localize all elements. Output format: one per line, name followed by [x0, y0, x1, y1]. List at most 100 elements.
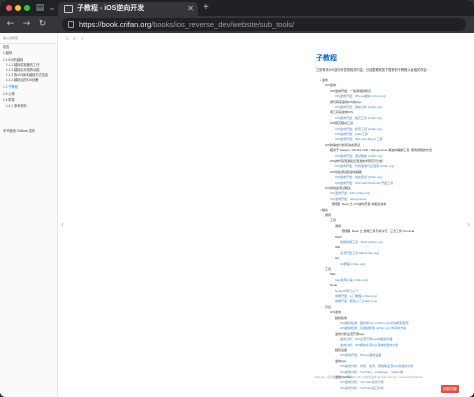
- toc-link[interactable]: iOS逆向分析：YouTube接口分析: [340, 386, 384, 390]
- maximize-window-button[interactable]: [24, 5, 30, 11]
- toc-item: iOS逆向: [330, 310, 341, 314]
- toc-text[interactable]: 前端开发 : 框架入门 (crifan.org): [335, 299, 377, 303]
- toc-text[interactable]: 逆向分析：iOS各种主流App具体的逆向分析: [340, 343, 398, 347]
- page-intro: 之前有关iOS逆向开发的相关内容，已经整理成如下很多的子教程以及相关内容：: [316, 68, 430, 72]
- toc-link[interactable]: Mac使用心得 (crifan.org): [335, 278, 368, 282]
- toc-text[interactable]: iOS逆向分析：YouTube接口分析: [340, 386, 384, 390]
- toc-link[interactable]: iOS逆向分析：YouTube、Instagram、Twitter等: [340, 370, 403, 374]
- share-icon[interactable]: ↗: [80, 36, 83, 41]
- toc-item: 相对于 Hopper / Ghidra / lldb / debugserver…: [330, 148, 432, 152]
- forward-arrow-icon[interactable]: →: [20, 18, 33, 31]
- sidebar-icon[interactable]: ▤: [34, 2, 46, 14]
- toc-link[interactable]: iOS逆向开发：iOS/macOS/Xcode 开发工具: [335, 181, 393, 185]
- toc-link[interactable]: Git教程 (crifan.org): [340, 262, 365, 266]
- toc-link[interactable]: iOS逆向开发：IDA (Hex-Rays) 工具: [335, 137, 383, 141]
- toc-text[interactable]: iOS逆向开发：动态调试 (crifan.org): [335, 175, 382, 179]
- url-path: /books/ios_reverse_dev/website/sub_tools…: [151, 20, 295, 29]
- next-page-arrow-icon[interactable]: ›: [467, 219, 470, 229]
- sidebar-search-input[interactable]: 输入并搜索: [3, 36, 18, 40]
- toc-item: • 相关: [320, 208, 328, 212]
- sidebar-item[interactable]: 1.4.1 参考资料: [6, 103, 27, 108]
- toc-link[interactable]: iOS逆向开发：砸壳工具 (crifan.org): [335, 116, 382, 120]
- toc-text[interactable]: Git教程 (crifan.org): [340, 262, 365, 266]
- toc-link[interactable]: iOS逆向开发：debugserver: [330, 197, 367, 201]
- toc-item: Shell: [335, 235, 342, 239]
- toc-link[interactable]: iOS越狱检测：越狱类App (crifan.org) 的功能和使用: [340, 321, 409, 325]
- toc-text[interactable]: iOS逆向开发：iPhone越狱设备: [340, 353, 381, 357]
- toc-text[interactable]: iOS逆向开发：代码混淆与反混淆 (crifan.org): [335, 164, 394, 168]
- toc-text[interactable]: iOS逆向开发：Frida工具: [335, 132, 368, 136]
- toc-toggle-icon[interactable]: ☰: [73, 36, 77, 41]
- reload-icon[interactable]: ↻: [36, 18, 49, 31]
- toc-link[interactable]: iOS逆向开发：调试器类 (crifan.org): [335, 154, 382, 158]
- toc-item: Mac: [330, 272, 336, 276]
- toc-text[interactable]: 通用终端工具 : Shell (crifan.org): [340, 240, 383, 244]
- book-sidebar: 输入并搜索 前言 1 越狱 1.1 iOS的越狱 1.1.1 越狱前准备的工作 1.1.…: [0, 33, 58, 397]
- close-window-button[interactable]: [6, 5, 12, 11]
- toc-link[interactable]: iOS逆向开发：lldb (crifan.org): [330, 191, 370, 195]
- toc-text[interactable]: iOS逆向开发：静态分析 (crifan.org): [335, 105, 382, 109]
- toc-link[interactable]: iOS逆向开发：静态分析 (crifan.org): [335, 105, 382, 109]
- close-tab-icon[interactable]: ✕: [187, 3, 194, 15]
- toc-link[interactable]: 逆向分析：iOS各种主流App具体的逆向分析: [340, 343, 398, 347]
- tab-overview-icon[interactable]: ⌄: [46, 2, 58, 14]
- sidebar-item[interactable]: 1.3 心得: [3, 91, 15, 96]
- toc-text[interactable]: iOS逆向开发：iOS/macOS/Xcode 开发工具: [335, 181, 393, 185]
- url-text[interactable]: https://book.crifan.org/books/ios_revers…: [79, 18, 294, 31]
- toc-text[interactable]: 前端开发 : 入门教程 (crifan.org): [335, 294, 377, 298]
- toc-text[interactable]: iOS逆向开发：调试器类 (crifan.org): [335, 154, 382, 158]
- toc-link[interactable]: 逆向分析：iOS主流开源App的相关内容: [340, 337, 392, 341]
- toc-link[interactable]: iOS逆向分析：抖音、快手、微信等主流App的逆向分析: [340, 364, 413, 368]
- toc-text[interactable]: iOS逆向分析：抖音、快手、微信等主流App的逆向分析: [340, 364, 413, 368]
- font-settings-icon[interactable]: A: [66, 36, 69, 41]
- new-tab-icon[interactable]: +: [203, 2, 209, 14]
- toc-item: 逆向App: [335, 359, 346, 363]
- toc-text[interactable]: iOS越狱检测：反越狱检测 (crifan.org) 的具体方案: [340, 326, 406, 330]
- toc-text[interactable]: iOS逆向分析：YouTube、Instagram、Twitter等: [340, 370, 403, 374]
- toc-text: 用工具来逆向iOS: [330, 110, 354, 115]
- toc-link[interactable]: iOS逆向开发：动态调试 (crifan.org): [335, 175, 382, 179]
- toc-link[interactable]: iOS逆向开发：iPhone越狱 (crifan.org): [335, 94, 386, 98]
- toc-text[interactable]: NodeJS学习入门: [335, 289, 358, 293]
- tab-active[interactable]: 子教程 - iOS逆向开发 ✕: [58, 2, 198, 16]
- sidebar-item[interactable]: 1.4 附录: [3, 97, 15, 102]
- toc-text[interactable]: iOS逆向分析：YouTube协议分析: [340, 380, 384, 384]
- sidebar-item[interactable]: 前言: [3, 44, 9, 49]
- toc-link[interactable]: 通用终端工具 : Shell (crifan.org): [340, 240, 383, 244]
- sidebar-item[interactable]: 1.1.4 越狱后的iOS设备: [6, 77, 38, 82]
- toc-item: IDE: [335, 245, 340, 249]
- toc-link[interactable]: 主流开发工具 IDE (crifan.org): [340, 251, 379, 255]
- toc-text[interactable]: iOS逆向开发：iPhone越狱 (crifan.org): [335, 94, 386, 98]
- footer-copyright: crifan.org，使用知识署名4.0国际 (CC BY 4.0)协议发布 a…: [314, 376, 423, 379]
- toc-text[interactable]: iOS逆向开发：抓包工具 (crifan.org): [335, 127, 382, 131]
- toc-link[interactable]: NodeJS学习入门: [335, 289, 358, 293]
- toc-link[interactable]: iOS逆向开发：抓包工具 (crifan.org): [335, 127, 382, 131]
- toc-text[interactable]: iOS逆向开发：砸壳工具 (crifan.org): [335, 116, 382, 120]
- toc-link[interactable]: 前端开发 : 框架入门 (crifan.org): [335, 299, 377, 303]
- back-to-top-button[interactable]: 回到顶部: [441, 385, 459, 393]
- sidebar-item[interactable]: 1.2 子教程: [3, 84, 18, 89]
- back-arrow-icon[interactable]: ←: [4, 18, 17, 31]
- toc-text: 逆向分析主流开源App: [335, 331, 365, 336]
- sidebar-item[interactable]: 1 越狱: [3, 50, 12, 55]
- toc-link[interactable]: iOS逆向开发：iPhone越狱设备: [340, 353, 381, 357]
- sidebar-item[interactable]: 本书使用 GitBook 发布: [3, 128, 35, 133]
- toc-text[interactable]: 主流开发工具 IDE (crifan.org): [340, 251, 379, 255]
- toc-text[interactable]: iOS逆向开发：lldb (crifan.org): [330, 191, 370, 195]
- toc-text[interactable]: Mac使用心得 (crifan.org): [335, 278, 368, 282]
- minimize-window-button[interactable]: [15, 5, 21, 11]
- toc-text[interactable]: iOS逆向开发：IDA (Hex-Rays) 工具: [335, 137, 383, 141]
- address-bar[interactable]: https://book.crifan.org/books/ios_revers…: [62, 18, 466, 31]
- toc-link[interactable]: iOS逆向开发：代码混淆与反混淆 (crifan.org): [335, 164, 394, 168]
- toc-text[interactable]: iOS逆向开发：debugserver: [330, 197, 367, 201]
- toc-link[interactable]: 前端开发 : 入门教程 (crifan.org): [335, 294, 377, 298]
- toc-link[interactable]: iOS越狱检测：反越狱检测 (crifan.org) 的具体方案: [340, 326, 406, 330]
- page-favicon-icon: [64, 5, 73, 13]
- toc-text: iOS动态调试和逆向辅助: [330, 169, 363, 174]
- toc-text[interactable]: 逆向分析：iOS主流开源App的相关内容: [340, 337, 392, 341]
- toc-item: 通用: [325, 213, 331, 217]
- prev-page-arrow-icon[interactable]: ‹: [61, 219, 64, 229]
- toc-link[interactable]: iOS逆向开发：Frida工具: [335, 132, 368, 136]
- toc-link[interactable]: iOS逆向分析：YouTube协议分析: [340, 380, 384, 384]
- toc-text[interactable]: iOS越狱检测：越狱类App (crifan.org) 的功能和使用: [340, 321, 409, 325]
